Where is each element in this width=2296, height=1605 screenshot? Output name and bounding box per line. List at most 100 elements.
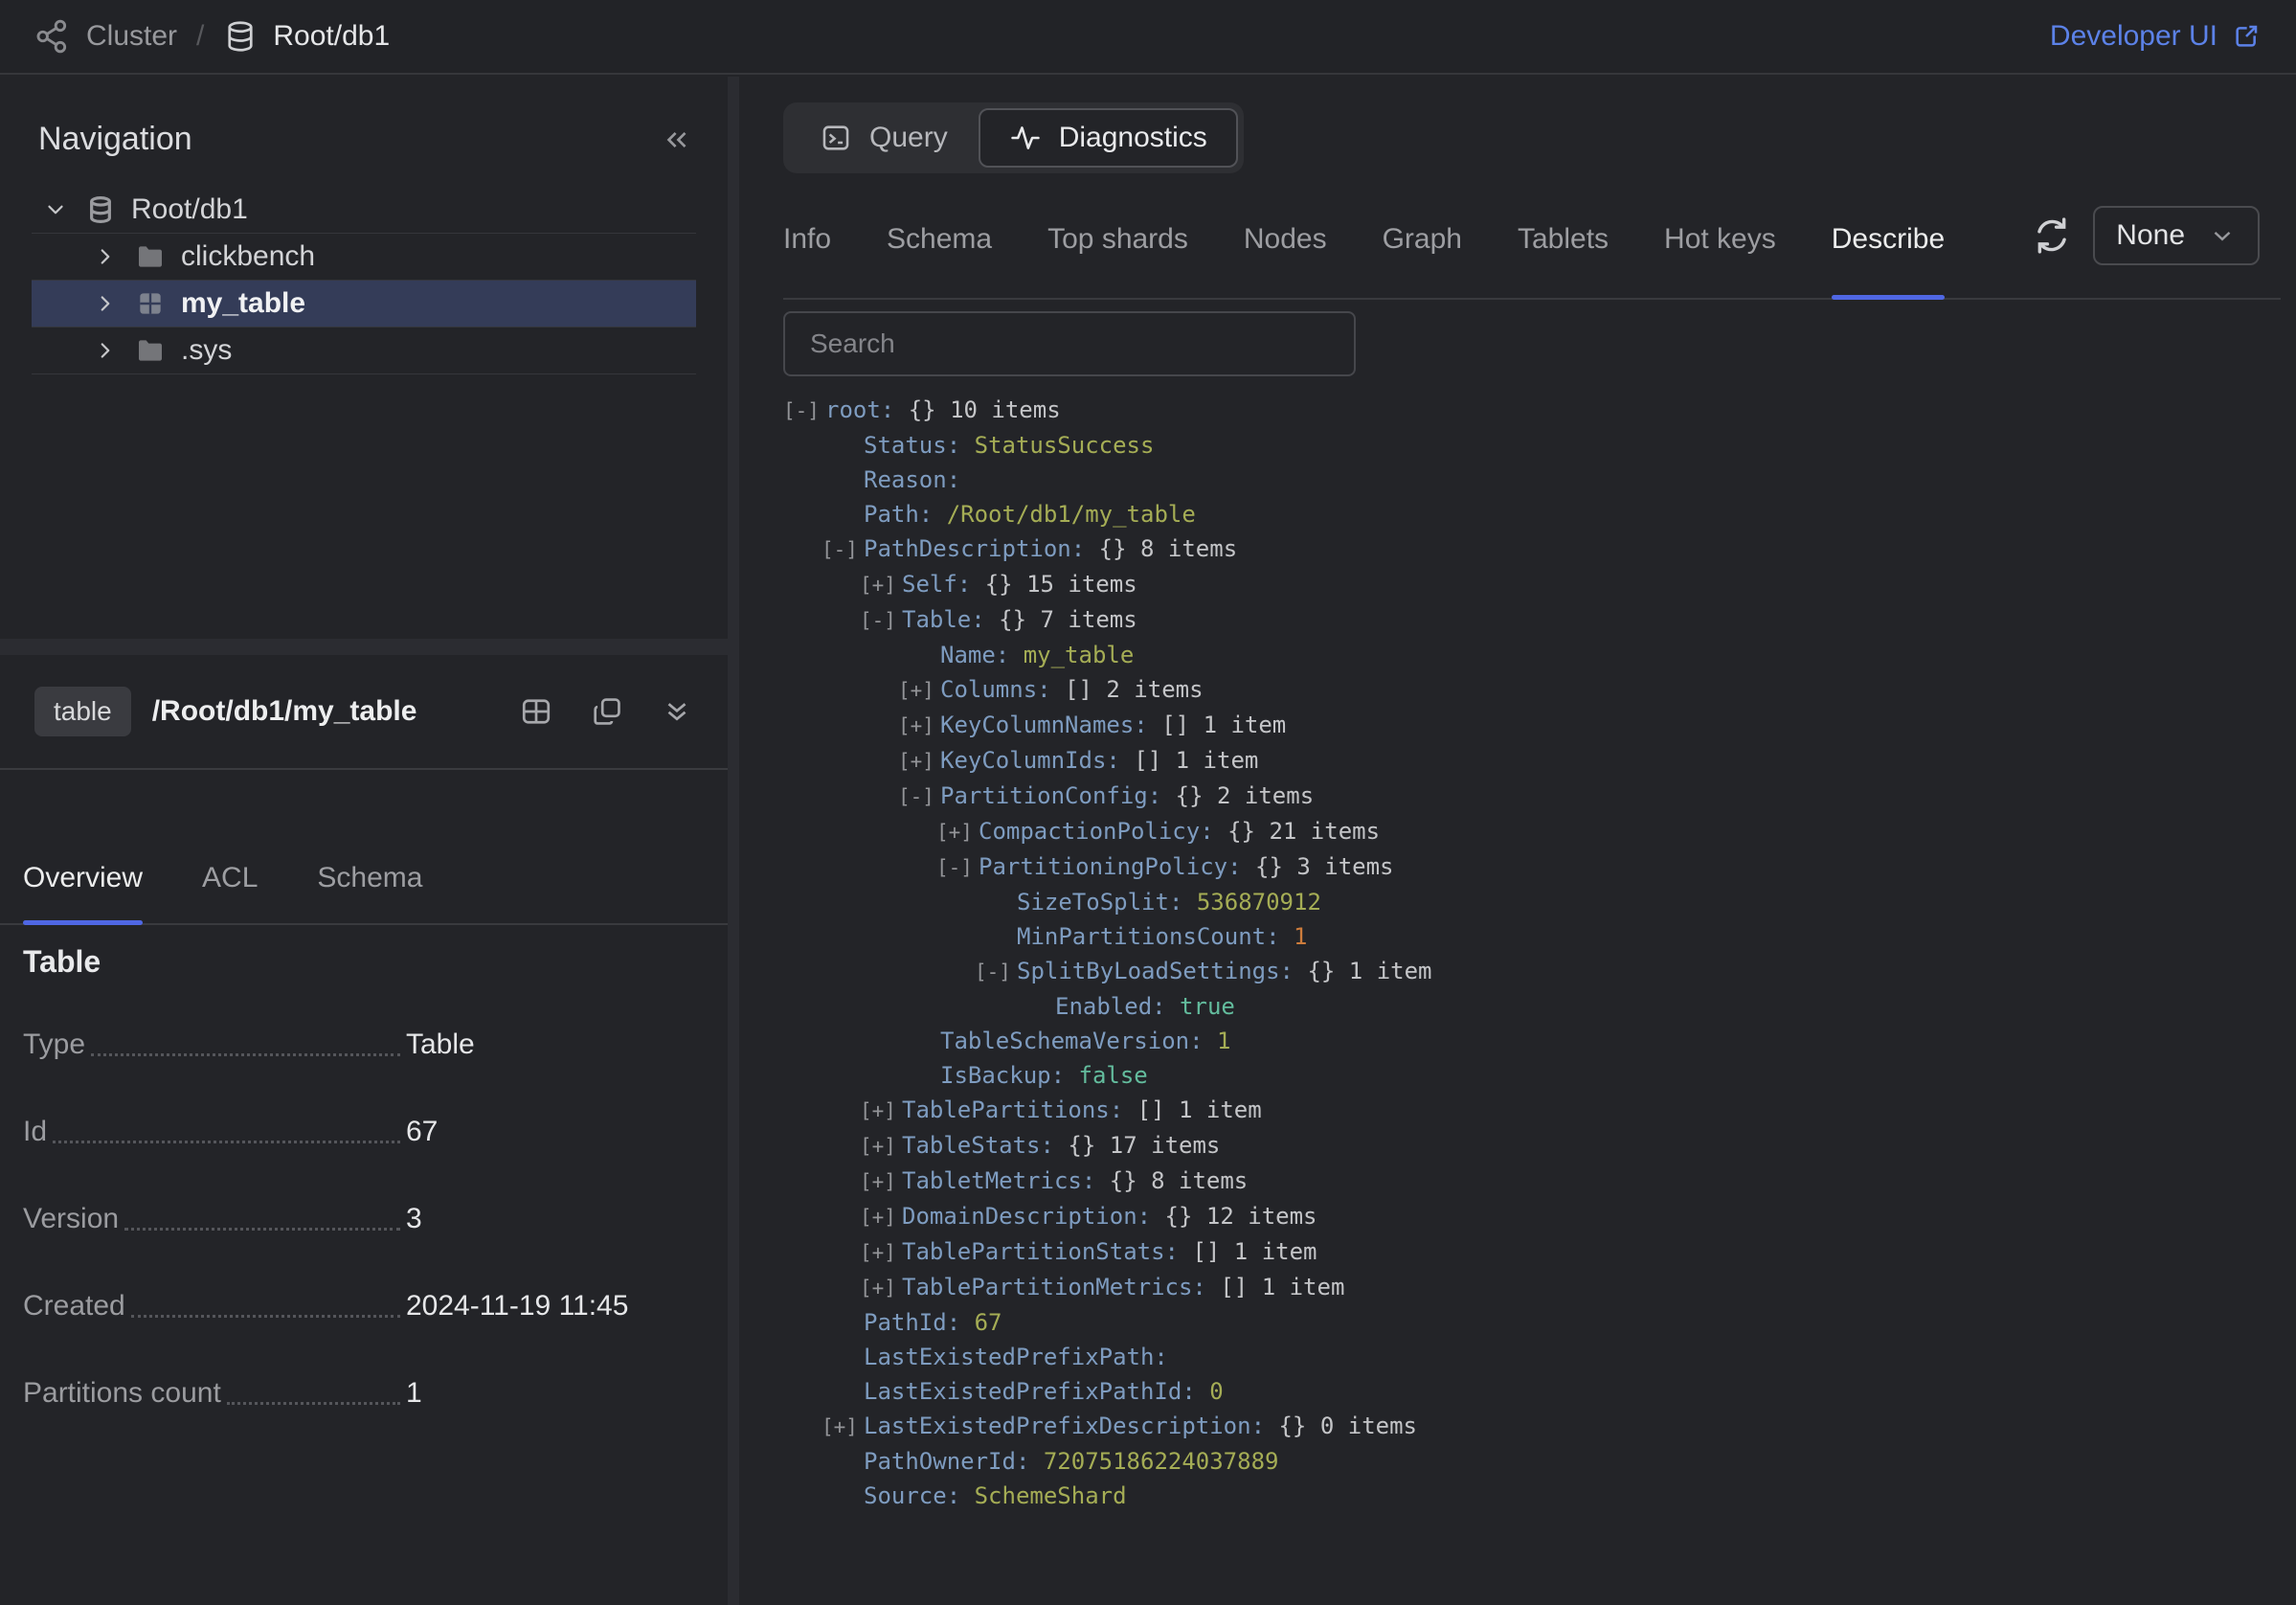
- nav-item-Root/db1[interactable]: Root/db1: [32, 187, 696, 234]
- json-node-KeyColumnNames[interactable]: [+]KeyColumnNames: [] 1 item: [783, 708, 2296, 743]
- json-node-root[interactable]: [-]root: {} 10 items: [783, 393, 2296, 428]
- tab-hot-keys[interactable]: Hot keys: [1664, 223, 1776, 298]
- object-path: /Root/db1/my_table: [152, 695, 417, 728]
- object-tab-Schema[interactable]: Schema: [317, 862, 422, 923]
- expand-toggle-icon[interactable]: [+]: [860, 1164, 902, 1199]
- json-node-Reason[interactable]: Reason:: [783, 463, 2296, 497]
- json-node-TabletMetrics[interactable]: [+]TabletMetrics: {} 8 items: [783, 1164, 2296, 1199]
- overview-field-partitions-count: Partitions count1: [23, 1349, 705, 1436]
- json-node-LastExistedPrefixDescription[interactable]: [+]LastExistedPrefixDescription: {} 0 it…: [783, 1409, 2296, 1444]
- collapse-toggle-icon[interactable]: [-]: [783, 394, 825, 428]
- json-node-TableSchemaVersion[interactable]: TableSchemaVersion: 1: [783, 1024, 2296, 1058]
- mode-diagnostics[interactable]: Diagnostics: [979, 108, 1238, 168]
- main-content: Query Diagnostics Info Schema Top shards No…: [739, 77, 2296, 1605]
- copy-icon[interactable]: [590, 694, 624, 729]
- object-tabs: Overview ACL Schema: [0, 862, 728, 925]
- overview-field-version: Version3: [23, 1175, 705, 1262]
- expand-toggle-icon[interactable]: [+]: [860, 1129, 902, 1164]
- json-node-DomainDescription[interactable]: [+]DomainDescription: {} 12 items: [783, 1199, 2296, 1234]
- json-node-PathId[interactable]: PathId: 67: [783, 1305, 2296, 1340]
- json-node-KeyColumnIds[interactable]: [+]KeyColumnIds: [] 1 item: [783, 743, 2296, 779]
- breadcrumb-cluster[interactable]: Cluster: [86, 20, 177, 53]
- json-node-TablePartitionMetrics[interactable]: [+]TablePartitionMetrics: [] 1 item: [783, 1270, 2296, 1305]
- describe-json-tree: [-]root: {} 10 itemsStatus: StatusSucces…: [783, 393, 2296, 1513]
- json-node-LastExistedPrefixPathId[interactable]: LastExistedPrefixPathId: 0: [783, 1374, 2296, 1409]
- object-tab-ACL[interactable]: ACL: [202, 862, 258, 923]
- search-input[interactable]: [783, 311, 1356, 376]
- dotted-leader: [131, 1315, 400, 1318]
- collapse-panel-button[interactable]: [661, 124, 693, 156]
- json-node-TablePartitionStats[interactable]: [+]TablePartitionStats: [] 1 item: [783, 1234, 2296, 1270]
- chevron-right-icon[interactable]: [93, 244, 120, 269]
- collapse-info-double-chevron-icon[interactable]: [661, 695, 693, 728]
- json-node-Enabled[interactable]: Enabled: true: [783, 989, 2296, 1024]
- dotted-leader: [227, 1402, 400, 1405]
- expand-toggle-icon[interactable]: [+]: [898, 709, 940, 743]
- tab-info[interactable]: Info: [783, 223, 831, 298]
- json-node-PathDescription[interactable]: [-]PathDescription: {} 8 items: [783, 531, 2296, 567]
- cluster-nodes-icon: [34, 18, 71, 55]
- chevron-down-icon[interactable]: [43, 197, 70, 222]
- collapse-toggle-icon[interactable]: [-]: [898, 780, 940, 814]
- navigation-panel: Navigation Root/db1clickbenchmy_table.sy…: [0, 77, 728, 1605]
- nav-item-.sys[interactable]: .sys: [32, 328, 696, 374]
- json-node-Self[interactable]: [+]Self: {} 15 items: [783, 567, 2296, 602]
- json-node-Source[interactable]: Source: SchemeShard: [783, 1479, 2296, 1513]
- tab-describe[interactable]: Describe: [1832, 223, 1945, 298]
- expand-toggle-icon[interactable]: [+]: [860, 1200, 902, 1234]
- json-node-TableStats[interactable]: [+]TableStats: {} 17 items: [783, 1128, 2296, 1164]
- expand-toggle-icon[interactable]: [+]: [898, 673, 940, 708]
- chevron-right-icon[interactable]: [93, 338, 120, 363]
- breadcrumb-entity[interactable]: Root/db1: [273, 20, 390, 53]
- chevron-right-icon[interactable]: [93, 291, 120, 316]
- expand-toggle-icon[interactable]: [+]: [860, 1271, 902, 1305]
- json-node-PartitioningPolicy[interactable]: [-]PartitioningPolicy: {} 3 items: [783, 849, 2296, 885]
- json-node-Columns[interactable]: [+]Columns: [] 2 items: [783, 672, 2296, 708]
- object-tab-Overview[interactable]: Overview: [23, 862, 143, 923]
- expand-toggle-icon[interactable]: [+]: [860, 1094, 902, 1128]
- tab-top-shards[interactable]: Top shards: [1047, 223, 1188, 298]
- json-node-PathOwnerId[interactable]: PathOwnerId: 72075186224037889: [783, 1444, 2296, 1479]
- json-node-LastExistedPrefixPath[interactable]: LastExistedPrefixPath:: [783, 1340, 2296, 1374]
- tab-tablets[interactable]: Tablets: [1518, 223, 1609, 298]
- tab-nodes[interactable]: Nodes: [1244, 223, 1327, 298]
- open-preview-icon[interactable]: [519, 694, 553, 729]
- panel-splitter-vertical[interactable]: [728, 77, 739, 1605]
- panel-splitter-horizontal[interactable]: [0, 639, 728, 655]
- folder-icon: [135, 241, 166, 272]
- developer-ui-link[interactable]: Developer UI: [2050, 20, 2262, 53]
- json-node-TablePartitions[interactable]: [+]TablePartitions: [] 1 item: [783, 1093, 2296, 1128]
- dotted-leader: [53, 1141, 400, 1143]
- collapse-toggle-icon[interactable]: [-]: [936, 850, 979, 885]
- json-node-Table[interactable]: [-]Table: {} 7 items: [783, 602, 2296, 638]
- json-node-PartitionConfig[interactable]: [-]PartitionConfig: {} 2 items: [783, 779, 2296, 814]
- json-node-SizeToSplit[interactable]: SizeToSplit: 536870912: [783, 885, 2296, 919]
- collapse-toggle-icon[interactable]: [-]: [860, 603, 902, 638]
- json-node-IsBackup[interactable]: IsBackup: false: [783, 1058, 2296, 1093]
- expand-toggle-icon[interactable]: [+]: [898, 744, 940, 779]
- nav-item-my_table[interactable]: my_table: [32, 281, 696, 328]
- navigation-title: Navigation: [38, 121, 192, 158]
- autorefresh-select[interactable]: None: [2093, 206, 2260, 265]
- expand-toggle-icon[interactable]: [+]: [860, 1235, 902, 1270]
- mode-query[interactable]: Query: [789, 108, 979, 168]
- nav-item-clickbench[interactable]: clickbench: [32, 234, 696, 281]
- expand-toggle-icon[interactable]: [+]: [822, 1410, 864, 1444]
- breadcrumb-separator: /: [196, 20, 204, 53]
- json-node-Name[interactable]: Name: my_table: [783, 638, 2296, 672]
- json-node-CompactionPolicy[interactable]: [+]CompactionPolicy: {} 21 items: [783, 814, 2296, 849]
- expand-toggle-icon[interactable]: [+]: [936, 815, 979, 849]
- overview-field-created: Created2024-11-19 11:45: [23, 1262, 705, 1349]
- tab-graph[interactable]: Graph: [1383, 223, 1462, 298]
- collapse-toggle-icon[interactable]: [-]: [822, 532, 864, 567]
- tab-schema[interactable]: Schema: [887, 223, 992, 298]
- json-node-Path[interactable]: Path: /Root/db1/my_table: [783, 497, 2296, 531]
- collapse-toggle-icon[interactable]: [-]: [975, 955, 1017, 989]
- json-node-Status[interactable]: Status: StatusSuccess: [783, 428, 2296, 463]
- diagnostics-tabs: Info Schema Top shards Nodes Graph Tablets Hot…: [783, 223, 2281, 300]
- refresh-icon[interactable]: [2026, 210, 2078, 261]
- overview-section-title: Table: [23, 944, 705, 980]
- json-node-SplitByLoadSettings[interactable]: [-]SplitByLoadSettings: {} 1 item: [783, 954, 2296, 989]
- json-node-MinPartitionsCount[interactable]: MinPartitionsCount: 1: [783, 919, 2296, 954]
- expand-toggle-icon[interactable]: [+]: [860, 568, 902, 602]
